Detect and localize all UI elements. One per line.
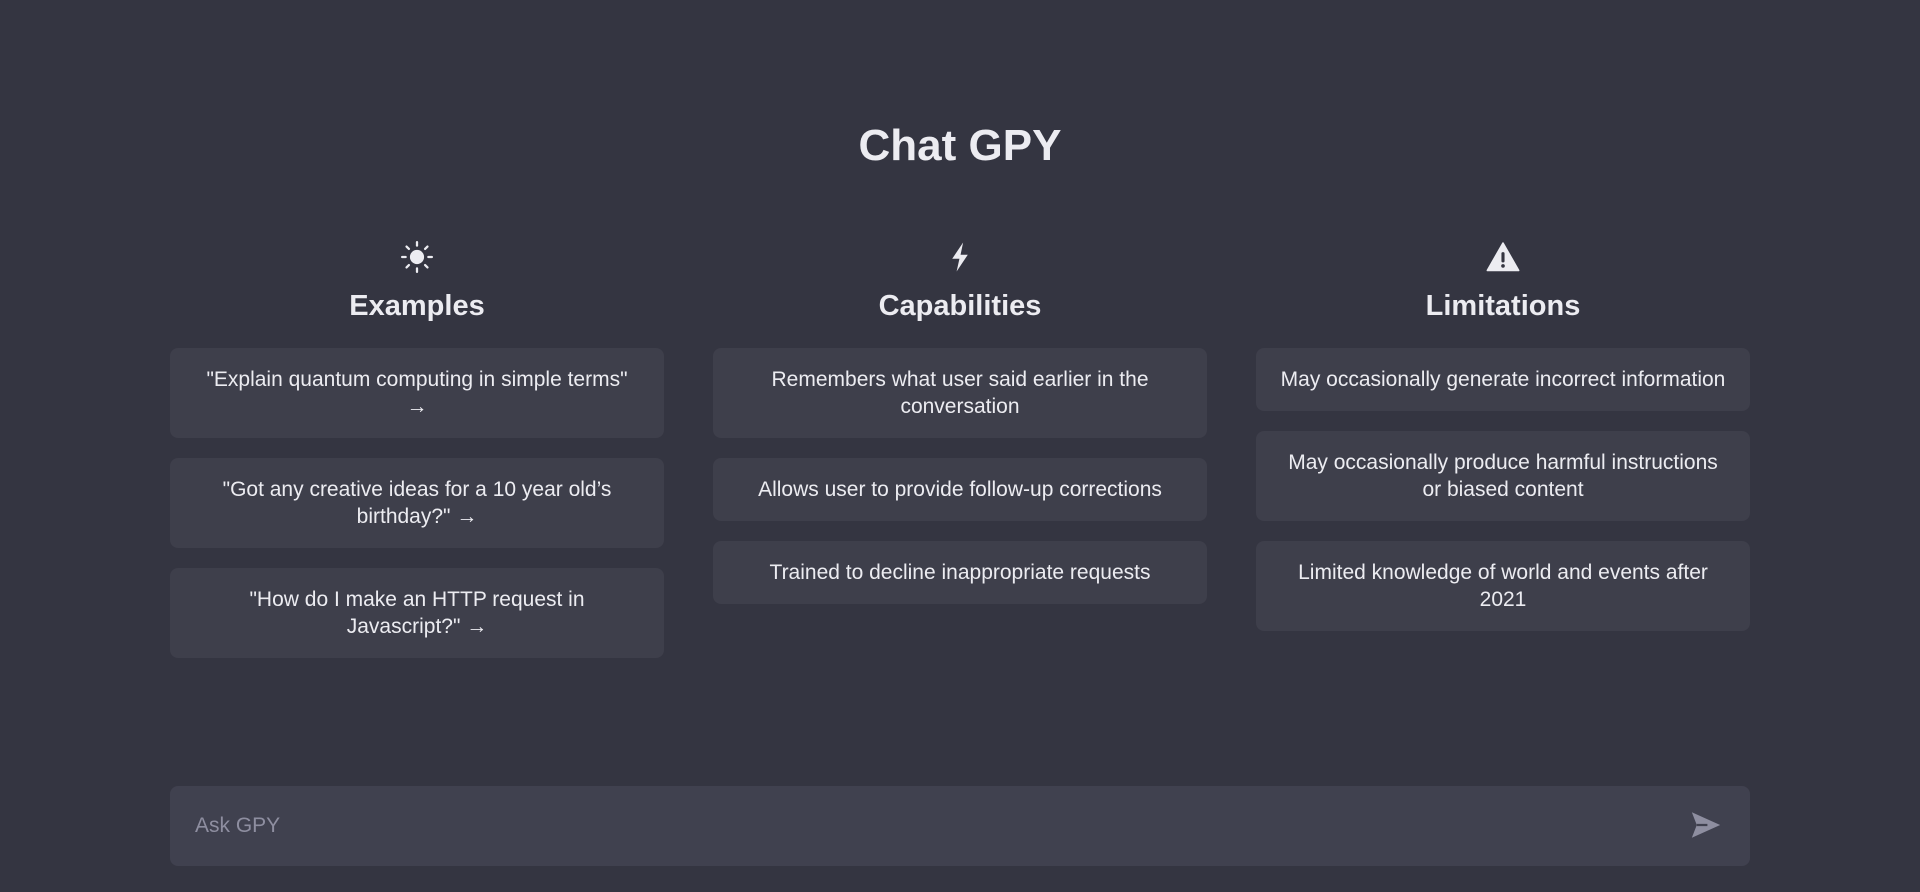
app-title: Chat GPY: [858, 121, 1062, 170]
lightning-bolt-icon: [943, 240, 977, 274]
capabilities-list: Remembers what user said earlier in the …: [713, 348, 1207, 604]
limitations-list: May occasionally generate incorrect info…: [1256, 348, 1750, 631]
examples-column: Examples "Explain quantum computing in s…: [170, 240, 664, 658]
example-prompt-button[interactable]: "Got any creative ideas for a 10 year ol…: [170, 458, 664, 548]
warning-triangle-icon: [1486, 240, 1520, 274]
limitation-card: Limited knowledge of world and events af…: [1256, 541, 1750, 631]
limitation-card: May occasionally generate incorrect info…: [1256, 348, 1750, 411]
limitations-column: Limitations May occasionally generate in…: [1256, 240, 1750, 658]
examples-list: "Explain quantum computing in simple ter…: [170, 348, 664, 658]
sun-icon: [400, 240, 434, 274]
capability-card: Trained to decline inappropriate request…: [713, 541, 1207, 604]
prompt-input[interactable]: [170, 786, 1682, 866]
capability-card: Remembers what user said earlier in the …: [713, 348, 1207, 438]
capabilities-heading: Capabilities: [878, 290, 1042, 322]
capabilities-column: Capabilities Remembers what user said ea…: [713, 240, 1207, 658]
capability-card: Allows user to provide follow-up correct…: [713, 458, 1207, 521]
limitations-heading: Limitations: [1425, 290, 1581, 322]
example-prompt-button[interactable]: "Explain quantum computing in simple ter…: [170, 348, 664, 438]
intro-columns: Examples "Explain quantum computing in s…: [170, 240, 1750, 658]
example-prompt-button[interactable]: "How do I make an HTTP request in Javasc…: [170, 568, 664, 658]
examples-heading: Examples: [349, 290, 485, 322]
send-button[interactable]: [1682, 802, 1730, 850]
limitation-card: May occasionally produce harmful instruc…: [1256, 431, 1750, 521]
chat-home-page: Chat GPY Examples "Explain quantum compu…: [0, 0, 1920, 892]
send-icon: [1689, 808, 1723, 845]
prompt-input-bar: [170, 786, 1750, 866]
